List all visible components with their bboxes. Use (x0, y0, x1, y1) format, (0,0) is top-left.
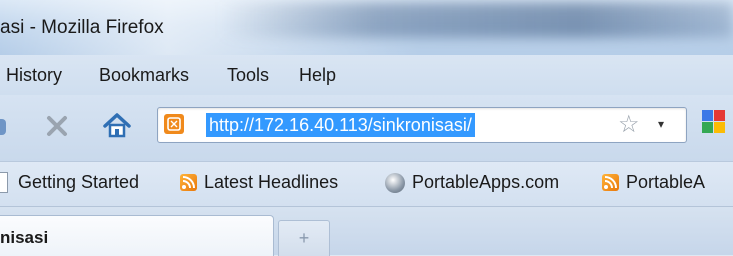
bookmark-label: PortableApps.com (412, 172, 560, 192)
rss-glyph (604, 176, 617, 189)
new-tab-plus-icon: + (298, 228, 310, 248)
site-icon[interactable] (164, 114, 184, 134)
new-tab-button[interactable]: + (278, 220, 330, 256)
google-logo-icon (702, 110, 725, 133)
menu-history-label: History (6, 65, 63, 85)
rss-feed-icon (180, 174, 197, 191)
page-icon (0, 172, 8, 193)
menu-help[interactable]: Help (299, 65, 336, 86)
bookmark-label: Getting Started (18, 172, 140, 192)
window-title: asi - Mozilla Firefox (0, 17, 164, 38)
rss-glyph (182, 176, 195, 189)
menu-history[interactable]: History (6, 65, 62, 86)
title-bar-shade (220, 2, 733, 38)
bookmark-portable-feed[interactable]: PortableA (602, 172, 705, 193)
bookmark-star-icon[interactable]: ☆ (618, 111, 640, 139)
menu-tools-label: Tools (227, 65, 270, 85)
url-bar[interactable]: http://172.16.40.113/sinkronisasi/ ☆ ▾ (157, 107, 687, 143)
url-text[interactable]: http://172.16.40.113/sinkronisasi/ (206, 113, 475, 137)
bookmark-latest-headlines[interactable]: Latest Headlines (180, 172, 338, 193)
menu-help-label: Help (299, 65, 337, 85)
tab-active[interactable]: nisasi (0, 215, 274, 256)
menu-tools[interactable]: Tools (227, 65, 269, 86)
history-dropmarker-icon[interactable]: ▾ (658, 116, 664, 132)
menu-bookmarks-label: Bookmarks (99, 65, 190, 85)
stop-button[interactable] (40, 109, 74, 143)
site-favicon-glyph (167, 117, 181, 131)
menu-bookmarks[interactable]: Bookmarks (99, 65, 189, 86)
bookmark-getting-started[interactable]: Getting Started (0, 172, 139, 193)
bookmark-label: PortableA (626, 172, 706, 192)
tab-strip: nisasi + (0, 207, 733, 256)
rss-feed-icon (602, 174, 619, 191)
title-bar[interactable]: asi - Mozilla Firefox (0, 0, 733, 55)
bookmarks-toolbar: Getting Started Latest Headlines Portabl… (0, 162, 733, 207)
navigation-toolbar: http://172.16.40.113/sinkronisasi/ ☆ ▾ (0, 95, 733, 162)
tab-title: nisasi (0, 228, 49, 247)
portableapps-icon (385, 172, 405, 193)
home-button[interactable] (100, 109, 134, 143)
bookmark-portableapps[interactable]: PortableApps.com (385, 172, 559, 193)
home-icon (103, 113, 131, 138)
stop-icon (47, 116, 67, 136)
menu-bar: History Bookmarks Tools Help (0, 55, 733, 95)
search-engine-icon[interactable] (700, 108, 733, 142)
reload-icon-fragment[interactable] (0, 119, 6, 135)
bookmark-label: Latest Headlines (204, 172, 339, 192)
